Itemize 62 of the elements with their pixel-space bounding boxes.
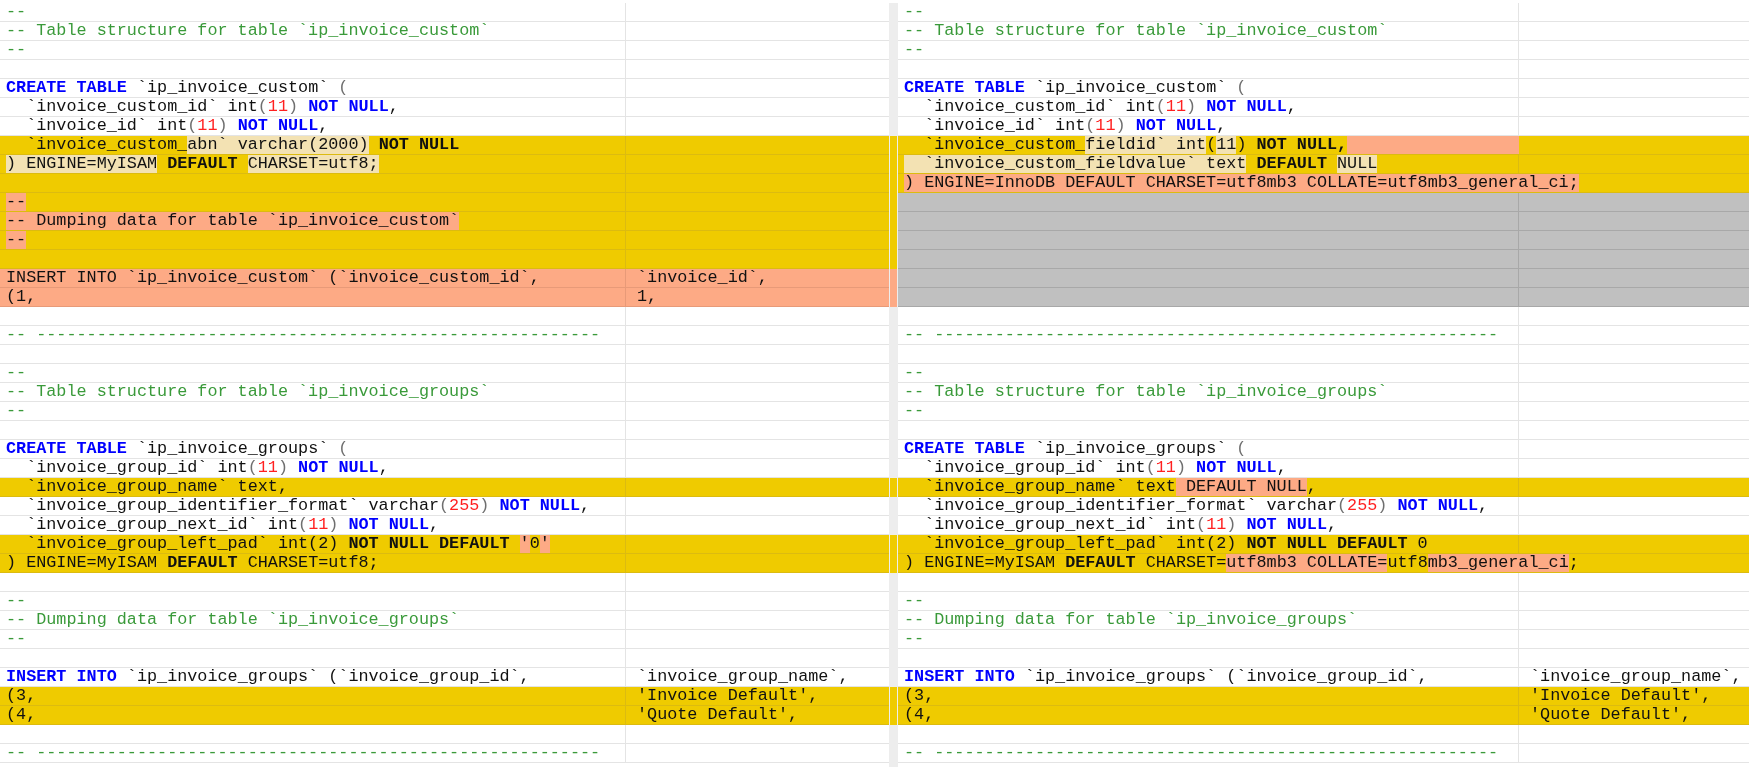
code-line: CREATE TABLE `ip_invoice_custom` (	[5, 79, 350, 97]
code-cell-text: 1,	[636, 288, 659, 306]
code-line: `invoice_custom_fieldvalue` text DEFAULT NULL	[898, 155, 1749, 173]
code-line: --	[5, 41, 28, 59]
code-line: `invoice_custom_id` int(11) NOT NULL,	[923, 98, 1298, 116]
code-line: -- --------------------------------------------------------	[903, 326, 1500, 344]
code-line: -- Dumping data for table `ip_invoice_groups`	[5, 611, 461, 629]
code-line: --	[5, 364, 28, 382]
code-line: -- Table structure for table `ip_invoice_groups`	[903, 383, 1389, 401]
code-line: --	[903, 592, 926, 610]
code-line: --	[903, 402, 926, 420]
code-line: (3,	[5, 687, 38, 705]
code-line: -- Dumping data for table `ip_invoice_groups`	[903, 611, 1359, 629]
code-line: ) ENGINE=MyISAM DEFAULT CHARSET=utf8;	[5, 554, 380, 572]
code-line: `invoice_id` int(11) NOT NULL,	[923, 117, 1228, 135]
code-line: -- --------------------------------------------------------	[903, 744, 1500, 762]
code-line: --	[903, 364, 926, 382]
code-line: --	[5, 592, 28, 610]
code-cell-text: `invoice_group_name`,	[1529, 668, 1743, 686]
code-line: `invoice_group_name` text DEFAULT NULL,	[923, 478, 1318, 496]
code-line: `invoice_group_id` int(11) NOT NULL,	[25, 459, 390, 477]
code-line: `invoice_group_left_pad` int(2) NOT NULL DEFAULT 0	[923, 535, 1429, 553]
code-line: `invoice_group_identifier_format` varchar(255) NOT NULL,	[25, 497, 592, 515]
code-line: -- --------------------------------------------------------	[5, 326, 602, 344]
code-line: `invoice_custom_abn` varchar(2000) NOT NULL	[25, 136, 461, 154]
code-line: INSERT INTO `ip_invoice_custom` (`invoice_custom_id`,	[5, 269, 541, 287]
code-line: `invoice_group_name` text,	[25, 478, 289, 496]
code-cell-text: 'Invoice Default',	[636, 687, 820, 705]
code-line: (3,	[903, 687, 936, 705]
code-line: INSERT INTO `ip_invoice_groups` (`invoice_group_id`,	[903, 668, 1429, 686]
code-cell-text: 'Invoice Default',	[1529, 687, 1713, 705]
code-line: `invoice_custom_id` int(11) NOT NULL,	[25, 98, 400, 116]
code-line: (4,	[903, 706, 936, 724]
code-line: --	[903, 41, 926, 59]
code-cell-text: `invoice_group_name`,	[636, 668, 850, 686]
code-line: CREATE TABLE `ip_invoice_custom` (	[903, 79, 1248, 97]
code-line: CREATE TABLE `ip_invoice_groups` (	[903, 440, 1248, 458]
code-line: --	[903, 3, 926, 21]
code-line: --	[903, 630, 926, 648]
code-cell-text: 'Quote Default',	[636, 706, 800, 724]
code-line: -- Table structure for table `ip_invoice_custom`	[5, 22, 491, 40]
code-line: CREATE TABLE `ip_invoice_groups` (	[5, 440, 350, 458]
code-line: `invoice_id` int(11) NOT NULL,	[25, 117, 330, 135]
code-line: `invoice_group_id` int(11) NOT NULL,	[923, 459, 1288, 477]
code-line: INSERT INTO `ip_invoice_groups` (`invoice_group_id`,	[5, 668, 531, 686]
code-line: --	[5, 630, 28, 648]
code-line: `invoice_custom_fieldid` int(11) NOT NULL,	[898, 136, 1519, 154]
code-line: `invoice_group_left_pad` int(2) NOT NULL DEFAULT '0'	[25, 535, 551, 553]
code-line: `invoice_group_next_id` int(11) NOT NULL,	[923, 516, 1339, 534]
code-line: `invoice_group_identifier_format` varchar(255) NOT NULL,	[923, 497, 1490, 515]
code-line: (4,	[5, 706, 38, 724]
code-line: `invoice_group_next_id` int(11) NOT NULL,	[25, 516, 441, 534]
code-cell-text: 'Quote Default',	[1529, 706, 1693, 724]
code-line: ) ENGINE=MyISAM DEFAULT CHARSET=utf8;	[5, 155, 380, 173]
code-line: (1,	[5, 288, 38, 306]
code-line: ) ENGINE=MyISAM DEFAULT CHARSET=utf8mb3 COLLATE=utf8mb3_general_ci;	[903, 554, 1580, 572]
code-line: --	[5, 402, 28, 420]
code-line: -- --------------------------------------------------------	[5, 744, 602, 762]
code-line: -- Table structure for table `ip_invoice_custom`	[903, 22, 1389, 40]
code-cell-text: `invoice_id`,	[636, 269, 769, 287]
code-line: -- Table structure for table `ip_invoice_groups`	[5, 383, 491, 401]
code-line: --	[5, 3, 28, 21]
